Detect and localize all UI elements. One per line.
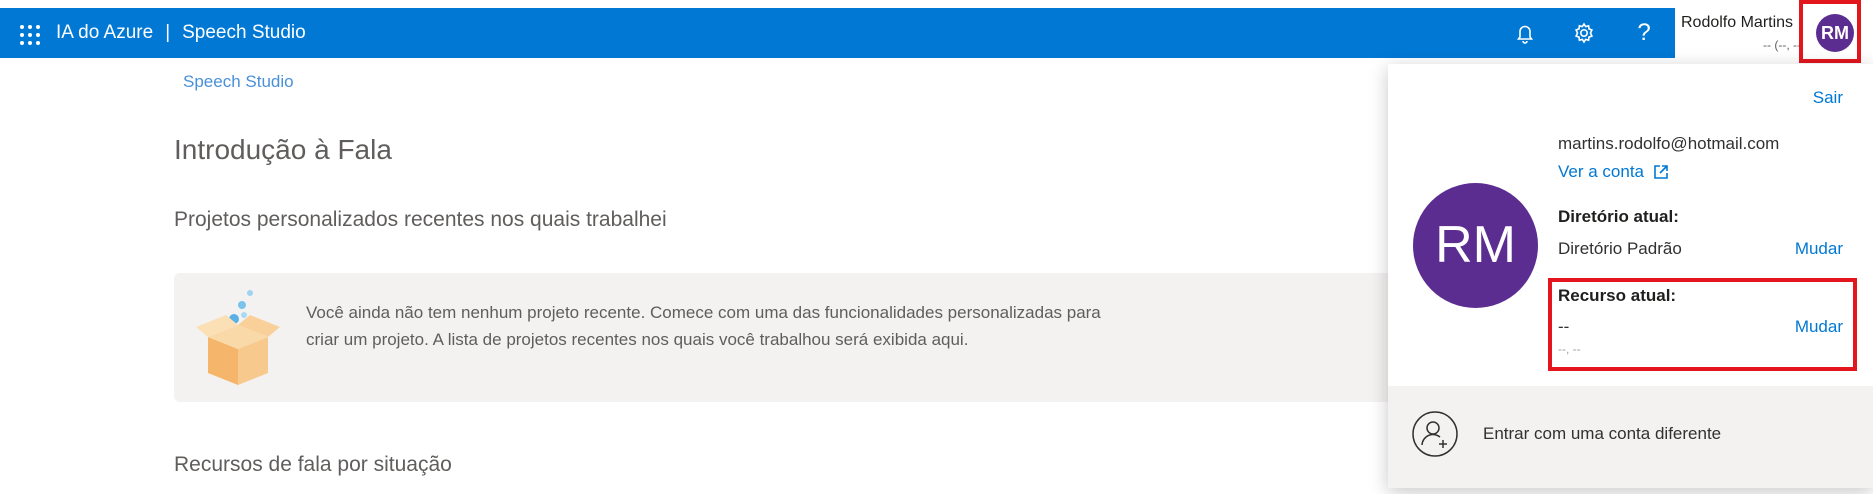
current-resource-value: -- <box>1558 317 1570 336</box>
recent-projects-heading: Projetos personalizados recentes nos qua… <box>174 208 667 231</box>
empty-box-icon <box>196 290 280 385</box>
sign-in-other-account-button[interactable]: Entrar com uma conta diferente <box>1388 386 1873 488</box>
other-account-label[interactable]: Entrar com uma conta diferente <box>1483 424 1721 444</box>
account-email: martins.rodolfo@hotmail.com <box>1558 134 1780 153</box>
external-link-icon <box>1654 165 1668 179</box>
empty-projects-message: Você ainda não tem nenhum projeto recent… <box>306 303 1101 349</box>
brand-separator: | <box>165 22 171 43</box>
user-avatar-button[interactable]: RM <box>1816 14 1854 52</box>
current-resource-subtitle: --, -- <box>1558 342 1581 356</box>
current-resource-label: Recurso atual: <box>1558 286 1677 305</box>
features-by-scenario-heading: Recursos de fala por situação <box>174 453 452 476</box>
account-avatar: RM <box>1413 183 1538 308</box>
empty-projects-card: Você ainda não tem nenhum projeto recent… <box>174 273 1414 402</box>
account-panel: Sair RM martins.rodolfo@hotmail.com Ver … <box>1388 64 1873 488</box>
current-directory-value: Diretório Padrão <box>1558 239 1682 258</box>
breadcrumb[interactable]: Speech Studio <box>183 72 294 92</box>
add-user-icon <box>1412 411 1458 457</box>
app-launcher-icon[interactable] <box>20 25 40 45</box>
notifications-icon[interactable] <box>1512 20 1538 46</box>
settings-icon[interactable] <box>1571 20 1597 46</box>
help-icon[interactable]: ? <box>1631 20 1657 46</box>
change-directory-link[interactable]: Mudar <box>1795 239 1843 259</box>
page-title: Introdução à Fala <box>174 134 392 165</box>
app-name[interactable]: IA do Azure <box>56 22 153 43</box>
user-subtitle: -- (--, -- <box>1763 38 1801 52</box>
change-resource-link[interactable]: Mudar <box>1795 317 1843 337</box>
user-name[interactable]: Rodolfo Martins <box>1681 14 1806 32</box>
sign-out-link[interactable]: Sair <box>1813 88 1843 108</box>
view-account-label[interactable]: Ver a conta <box>1558 162 1644 182</box>
view-account-link[interactable]: Ver a conta <box>1558 162 1670 182</box>
brand: IA do Azure | Speech Studio <box>56 8 306 58</box>
current-directory-label: Diretório atual: <box>1558 207 1679 226</box>
product-name[interactable]: Speech Studio <box>182 22 306 43</box>
top-bar: IA do Azure | Speech Studio ? <box>0 8 1873 58</box>
